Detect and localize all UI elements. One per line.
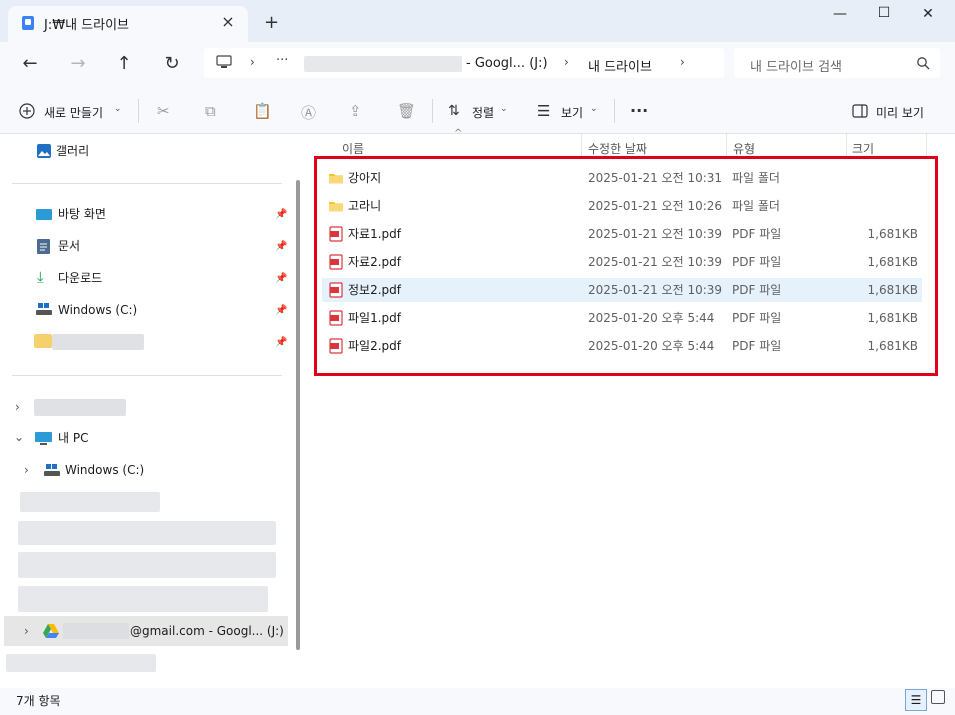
chevron-right-icon[interactable]: › [680,55,685,69]
chevron-down-icon[interactable]: ⌄ [14,430,24,444]
pin-icon: 📌 [275,305,288,316]
new-tab-button[interactable]: + [264,12,279,33]
pin-icon: 📌 [275,209,288,220]
redacted-sidebar-item[interactable] [52,334,144,350]
redacted-sidebar-item[interactable] [18,586,268,612]
google-drive-icon [43,624,59,638]
column-header-name[interactable]: 이름 [342,140,364,157]
close-tab-icon[interactable]: × [218,12,238,32]
column-header-size[interactable]: 크기 [852,140,874,157]
sidebar-item-desktop[interactable]: 바탕 화면 [58,202,106,226]
redacted-sidebar-item[interactable] [18,521,276,545]
search-input[interactable]: 내 드라이브 검색 [750,56,842,75]
chevron-down-icon: ⌄ [114,104,122,114]
chevron-right-icon[interactable]: › [24,463,29,477]
item-count: 7개 항목 [16,694,61,708]
sidebar-item-windows-c-tree[interactable]: Windows (C:) [65,458,144,482]
sidebar-scrollbar[interactable] [296,180,300,650]
thumbnail-view-button[interactable] [931,690,945,704]
highlight-box [314,156,938,376]
forward-button[interactable]: → [64,52,92,76]
gallery-icon [37,144,51,158]
preview-button[interactable]: 미리 보기 [876,104,924,121]
pin-icon: 📌 [275,241,288,252]
redacted-address-segment [304,56,462,72]
toolbar-divider [432,99,433,123]
address-drive-segment[interactable]: - Googl... (J:) [466,56,548,71]
column-divider[interactable] [726,134,727,158]
download-icon: ⤓ [37,268,44,286]
chevron-down-icon: ⌄ [590,104,598,114]
folder-icon [34,334,52,348]
maximize-button[interactable]: ☐ [870,5,898,23]
sidebar-divider [12,183,282,184]
up-button[interactable]: ↑ [110,52,138,76]
details-view-button[interactable]: ☰ [905,689,927,711]
chevron-right-icon[interactable]: › [24,624,29,638]
minimize-button[interactable]: — [826,6,854,24]
google-drive-label: @gmail.com - Googl... (J:) [130,624,284,638]
cut-icon[interactable]: ✂ [157,102,170,120]
search-icon [917,57,930,70]
more-options-button[interactable]: ··· [630,101,648,120]
status-bar [0,688,955,715]
chevron-right-icon[interactable]: › [15,400,20,414]
chevron-right-icon: › [564,55,569,69]
column-divider[interactable] [581,134,582,158]
pc-icon [35,432,52,445]
sidebar-divider [12,375,282,376]
preview-pane-icon [852,104,868,118]
chevron-down-icon: ⌄ [500,104,508,114]
column-divider[interactable] [846,134,847,158]
sidebar-item-documents[interactable]: 문서 [58,234,80,258]
pin-icon: 📌 [275,273,288,284]
view-icon: ☰ [537,102,551,120]
sidebar-item-windows-c[interactable]: Windows (C:) [58,298,137,322]
redacted-sidebar-item[interactable] [20,492,160,512]
address-current-segment[interactable]: 내 드라이브 [588,56,652,75]
computer-icon [216,55,232,68]
windows-drive-icon [44,464,60,476]
sort-button[interactable]: 정렬 [472,104,494,121]
sidebar-item-gallery[interactable]: 갤러리 [56,139,89,163]
redacted-sidebar-item[interactable] [34,399,126,416]
copy-icon[interactable]: ⧉ [205,102,216,120]
paste-icon[interactable]: 📋 [253,102,272,120]
chevron-right-icon: › [250,55,255,69]
address-more-button[interactable]: ··· [276,53,288,68]
column-header-date[interactable]: 수정한 날짜 [588,140,647,157]
new-button[interactable]: 새로 만들기 [44,104,103,121]
toolbar-divider [138,99,139,123]
redacted-sidebar-item[interactable] [18,552,276,578]
tab-title: J:₩내 드라이브 [44,18,130,33]
drive-tab-icon [22,16,34,30]
sidebar-item-this-pc[interactable]: 내 PC [58,426,88,450]
back-button[interactable]: ← [16,52,44,76]
sort-icon: ⇅ [448,103,460,119]
pin-icon: 📌 [275,337,288,348]
column-divider[interactable] [926,134,927,158]
desktop-icon [36,209,52,220]
sort-ascending-icon: ^ [454,128,463,139]
column-header-type[interactable]: 유형 [733,140,755,157]
redacted-account-name [63,623,129,639]
plus-circle-icon [19,103,35,119]
share-icon[interactable]: ⇪ [349,102,362,120]
rename-icon[interactable]: Ⓐ [301,102,316,123]
view-button[interactable]: 보기 [561,104,583,121]
document-icon [37,239,50,254]
redacted-sidebar-item[interactable] [6,654,156,672]
windows-drive-icon [36,303,52,315]
delete-icon[interactable]: 🗑 [397,102,416,120]
close-window-button[interactable]: ✕ [914,6,942,24]
refresh-button[interactable]: ↻ [158,52,186,76]
toolbar-divider [614,99,615,123]
sidebar-item-downloads[interactable]: 다운로드 [58,266,102,290]
